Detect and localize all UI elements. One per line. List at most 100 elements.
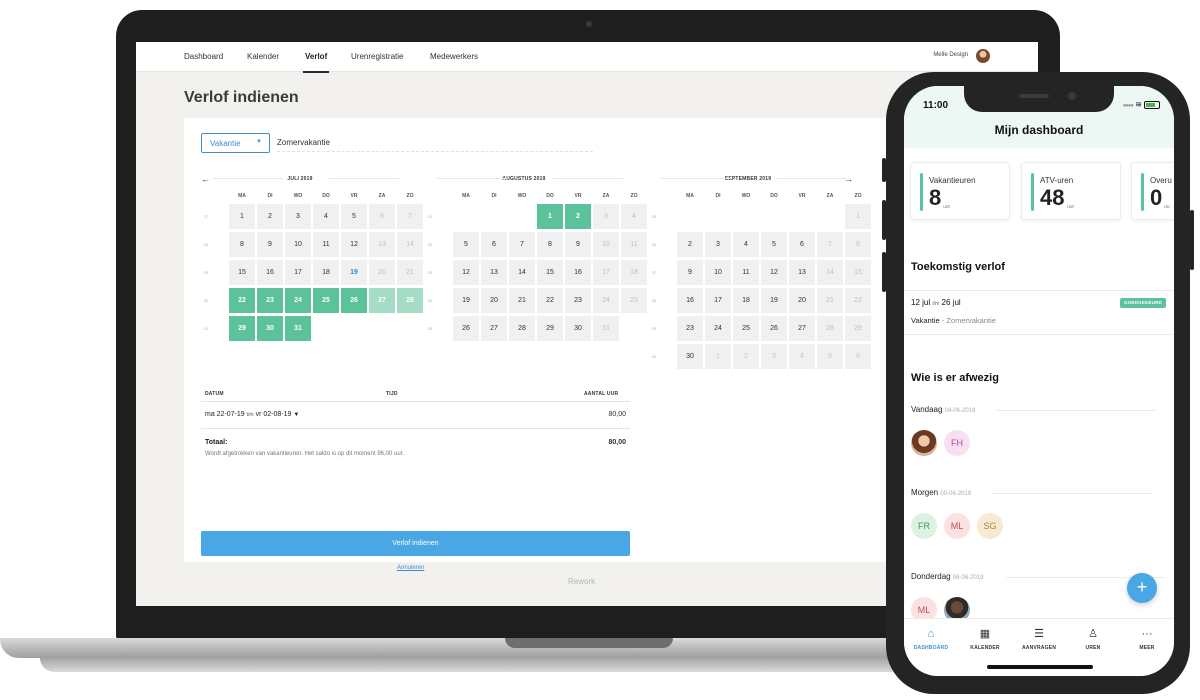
nav-item-kalender[interactable]: Kalender xyxy=(247,52,279,61)
date-range-select[interactable]: ma 22-07-19 t/m vr 02-08-19 ▼ xyxy=(205,411,299,418)
calendar-day[interactable]: 6 xyxy=(481,232,507,257)
calendar-day[interactable]: 2 xyxy=(677,232,703,257)
calendar-day[interactable]: 28 xyxy=(509,316,535,341)
calendar-day[interactable]: 17 xyxy=(593,260,619,285)
description-input[interactable]: Zomervakantie xyxy=(277,138,593,152)
calendar-day[interactable]: 24 xyxy=(285,288,311,313)
calendar-day[interactable]: 15 xyxy=(537,260,563,285)
calendar-day[interactable]: 14 xyxy=(817,260,843,285)
calendar-day[interactable]: 23 xyxy=(565,288,591,313)
calendar-day[interactable]: 8 xyxy=(845,232,871,257)
calendar-day[interactable]: 18 xyxy=(621,260,647,285)
calendar-day[interactable]: 18 xyxy=(733,288,759,313)
calendar-day[interactable]: 1 xyxy=(229,204,255,229)
calendar-day[interactable]: 13 xyxy=(789,260,815,285)
calendar-day[interactable]: 12 xyxy=(341,232,367,257)
calendar-day[interactable]: 27 xyxy=(481,316,507,341)
calendar-day[interactable]: 25 xyxy=(313,288,339,313)
user-name[interactable]: Melle Design xyxy=(933,52,968,58)
calendar-day[interactable]: 10 xyxy=(285,232,311,257)
calendar-day[interactable]: 11 xyxy=(733,260,759,285)
calendar-day[interactable]: 27 xyxy=(369,288,395,313)
calendar-day[interactable]: 10 xyxy=(705,260,731,285)
stat-card-atv-uren[interactable]: ATV-uren 48 uur xyxy=(1021,162,1121,220)
leave-type-select[interactable]: Vakantie ▼ xyxy=(201,133,270,153)
calendar-day[interactable]: 21 xyxy=(817,288,843,313)
calendar-day[interactable]: 18 xyxy=(313,260,339,285)
calendar-day[interactable]: 24 xyxy=(705,316,731,341)
calendar-day[interactable]: 4 xyxy=(313,204,339,229)
calendar-day[interactable]: 5 xyxy=(761,232,787,257)
tab-aanvragen[interactable]: ☰ AANVRAGEN xyxy=(1012,627,1066,651)
add-button[interactable]: + xyxy=(1127,573,1157,603)
tab-dashboard[interactable]: ⌂ DASHBOARD xyxy=(904,627,958,651)
calendar-day[interactable]: 11 xyxy=(621,232,647,257)
calendar-day[interactable]: 3 xyxy=(705,232,731,257)
calendar-day[interactable]: 20 xyxy=(481,288,507,313)
calendar-day[interactable]: 7 xyxy=(397,204,423,229)
calendar-day[interactable]: 16 xyxy=(677,288,703,313)
calendar-day[interactable]: 19 xyxy=(761,288,787,313)
calendar-day[interactable]: 6 xyxy=(789,232,815,257)
calendar-day[interactable]: 6 xyxy=(369,204,395,229)
calendar-day[interactable]: 17 xyxy=(705,288,731,313)
calendar-day[interactable]: 15 xyxy=(845,260,871,285)
tab-uren[interactable]: ♙ UREN xyxy=(1066,627,1120,651)
calendar-day[interactable]: 29 xyxy=(845,316,871,341)
calendar-day[interactable]: 13 xyxy=(481,260,507,285)
submit-leave-button[interactable]: Verlof indienen xyxy=(201,531,630,556)
calendar-day[interactable]: 21 xyxy=(397,260,423,285)
calendar-day[interactable]: 5 xyxy=(341,204,367,229)
calendar-day[interactable]: 4 xyxy=(733,232,759,257)
calendar-day[interactable]: 20 xyxy=(789,288,815,313)
calendar-day[interactable]: 25 xyxy=(733,316,759,341)
calendar-day[interactable]: 15 xyxy=(229,260,255,285)
calendar-day[interactable]: 2 xyxy=(565,204,591,229)
calendar-day[interactable]: 26 xyxy=(453,316,479,341)
tab-kalender[interactable]: ▦ KALENDER xyxy=(958,627,1012,651)
calendar-day[interactable]: 22 xyxy=(537,288,563,313)
calendar-day[interactable]: 23 xyxy=(677,316,703,341)
calendar-day[interactable]: 26 xyxy=(341,288,367,313)
calendar-day[interactable]: 4 xyxy=(621,204,647,229)
leave-dates[interactable]: 12 jul t/m 26 jul xyxy=(911,298,961,307)
calendar-day[interactable]: 10 xyxy=(593,232,619,257)
avatar[interactable]: FH xyxy=(944,430,970,456)
calendar-day[interactable]: 16 xyxy=(565,260,591,285)
calendar-day[interactable]: 23 xyxy=(257,288,283,313)
calendar-day[interactable]: 7 xyxy=(509,232,535,257)
cancel-link[interactable]: Annuleren xyxy=(397,565,424,571)
calendar-day[interactable]: 17 xyxy=(285,260,311,285)
calendar-day[interactable]: 9 xyxy=(677,260,703,285)
calendar-day[interactable]: 9 xyxy=(565,232,591,257)
nav-item-urenregistratie[interactable]: Urenregistratie xyxy=(351,52,403,61)
calendar-day[interactable]: 16 xyxy=(257,260,283,285)
calendar-day[interactable]: 22 xyxy=(845,288,871,313)
calendar-day[interactable]: 3 xyxy=(285,204,311,229)
calendar-day[interactable]: 20 xyxy=(369,260,395,285)
calendar-day[interactable]: 5 xyxy=(453,232,479,257)
calendar-day[interactable]: 12 xyxy=(761,260,787,285)
user-avatar[interactable] xyxy=(976,49,990,63)
calendar-day[interactable]: 19 xyxy=(341,260,367,285)
calendar-day[interactable]: 14 xyxy=(509,260,535,285)
calendar-day[interactable]: 8 xyxy=(229,232,255,257)
tab-meer[interactable]: ··· MEER xyxy=(1120,627,1174,651)
calendar-day[interactable]: 9 xyxy=(257,232,283,257)
calendar-day[interactable]: 1 xyxy=(845,204,871,229)
calendar-day[interactable]: 22 xyxy=(229,288,255,313)
nav-item-medewerkers[interactable]: Medewerkers xyxy=(430,52,478,61)
stat-card-overuren[interactable]: Overu 0 uu xyxy=(1131,162,1174,220)
calendar-day[interactable]: 28 xyxy=(817,316,843,341)
calendar-day[interactable]: 30 xyxy=(677,344,703,369)
calendar-day[interactable]: 26 xyxy=(761,316,787,341)
calendar-day[interactable]: 29 xyxy=(229,316,255,341)
avatar[interactable]: ML xyxy=(944,513,970,539)
nav-item-dashboard[interactable]: Dashboard xyxy=(184,52,223,61)
avatar-photo[interactable] xyxy=(911,430,937,456)
calendar-day[interactable]: 31 xyxy=(593,316,619,341)
calendar-day[interactable]: 3 xyxy=(593,204,619,229)
calendar-day[interactable]: 19 xyxy=(453,288,479,313)
calendar-day[interactable]: 30 xyxy=(565,316,591,341)
nav-item-verlof[interactable]: Verlof xyxy=(302,52,330,73)
